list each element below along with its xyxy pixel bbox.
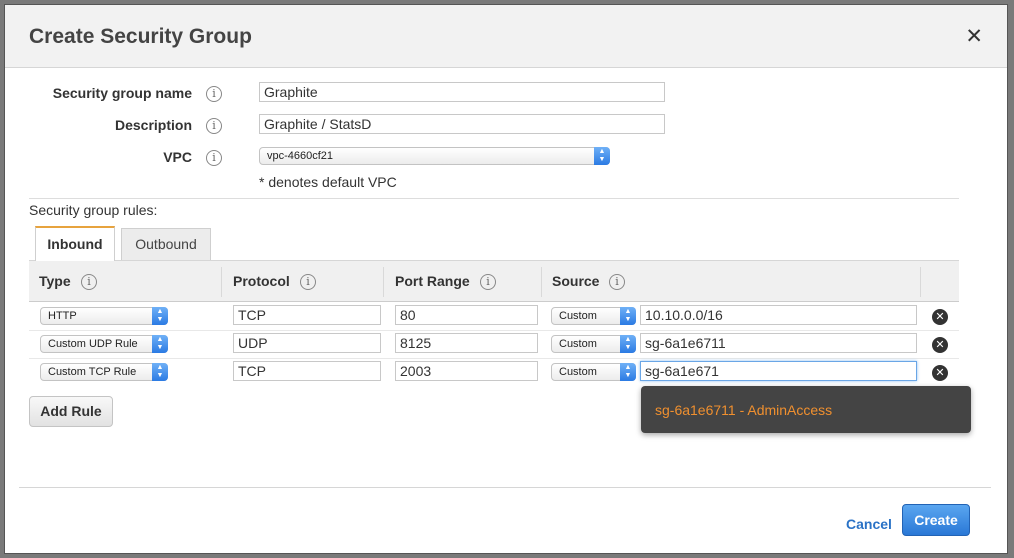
rule-source-input[interactable] [640,361,917,381]
create-security-group-dialog: Create Security Group ✕ Security group n… [4,4,1008,554]
info-icon[interactable]: i [300,274,316,290]
create-button[interactable]: Create [902,504,970,536]
suggestion-item[interactable]: sg-6a1e6711 - AdminAccess [655,402,832,418]
divider [29,198,959,199]
rule-source-mode: Custom [559,366,597,378]
dialog-header: Create Security Group ✕ [5,5,1007,68]
info-icon[interactable]: i [206,86,222,102]
rule-port-input[interactable] [395,333,538,353]
add-rule-button[interactable]: Add Rule [29,396,113,427]
remove-icon[interactable]: ✕ [932,337,948,353]
rules-table-header: Type i Protocol i Port Range i Source i [29,260,959,302]
chevron-updown-icon: ▲ ▼ [152,363,168,381]
vpc-select-value: vpc-4660cf21 [267,150,334,162]
row-divider [29,358,959,359]
security-group-name-input[interactable] [259,82,665,102]
header-type: Type [39,273,71,289]
rule-type-value: Custom TCP Rule [48,366,137,378]
tab-inbound[interactable]: Inbound [35,226,115,261]
chevron-updown-icon: ▲ ▼ [594,147,610,165]
chevron-updown-icon: ▲ ▼ [620,335,636,353]
footer-divider [19,487,991,488]
rules-label: Security group rules: [29,202,158,218]
header-source: Source [552,273,600,289]
rule-port-input[interactable] [395,361,538,381]
column-separator [920,267,921,297]
remove-icon[interactable]: ✕ [932,365,948,381]
close-icon[interactable]: ✕ [965,26,983,47]
rule-type-select[interactable]: Custom UDP Rule ▲ ▼ [40,335,168,353]
header-port-range: Port Range [395,273,470,289]
name-label: Security group name [52,85,192,101]
rule-port-input[interactable] [395,305,538,325]
rule-type-value: Custom UDP Rule [48,338,138,350]
rule-protocol-input[interactable] [233,361,381,381]
rule-source-input[interactable] [640,333,917,353]
info-icon[interactable]: i [81,274,97,290]
column-separator [383,267,384,297]
dialog-title: Create Security Group [29,25,252,48]
rule-source-select[interactable]: Custom ▲ ▼ [551,335,636,353]
rule-protocol-input[interactable] [233,333,381,353]
info-icon[interactable]: i [609,274,625,290]
source-suggestion-dropdown[interactable]: sg-6a1e6711 - AdminAccess [641,386,971,433]
rule-source-mode: Custom [559,310,597,322]
chevron-updown-icon: ▲ ▼ [152,307,168,325]
rule-protocol-input[interactable] [233,305,381,325]
rule-source-select[interactable]: Custom ▲ ▼ [551,363,636,381]
tab-outbound[interactable]: Outbound [121,228,211,261]
info-icon[interactable]: i [480,274,496,290]
rule-type-value: HTTP [48,310,77,322]
rule-source-mode: Custom [559,338,597,350]
column-separator [221,267,222,297]
rule-source-input[interactable] [640,305,917,325]
remove-icon[interactable]: ✕ [932,309,948,325]
chevron-updown-icon: ▲ ▼ [620,363,636,381]
row-divider [29,330,959,331]
column-separator [541,267,542,297]
vpc-label: VPC [163,149,192,165]
vpc-select[interactable]: vpc-4660cf21 ▲ ▼ [259,147,610,165]
info-icon[interactable]: i [206,150,222,166]
vpc-note: * denotes default VPC [259,174,397,190]
description-label: Description [114,117,192,133]
rule-type-select[interactable]: HTTP ▲ ▼ [40,307,168,325]
info-icon[interactable]: i [206,118,222,134]
chevron-updown-icon: ▲ ▼ [152,335,168,353]
header-protocol: Protocol [233,273,290,289]
chevron-updown-icon: ▲ ▼ [620,307,636,325]
description-input[interactable] [259,114,665,134]
rule-type-select[interactable]: Custom TCP Rule ▲ ▼ [40,363,168,381]
cancel-button[interactable]: Cancel [846,516,892,532]
rule-source-select[interactable]: Custom ▲ ▼ [551,307,636,325]
